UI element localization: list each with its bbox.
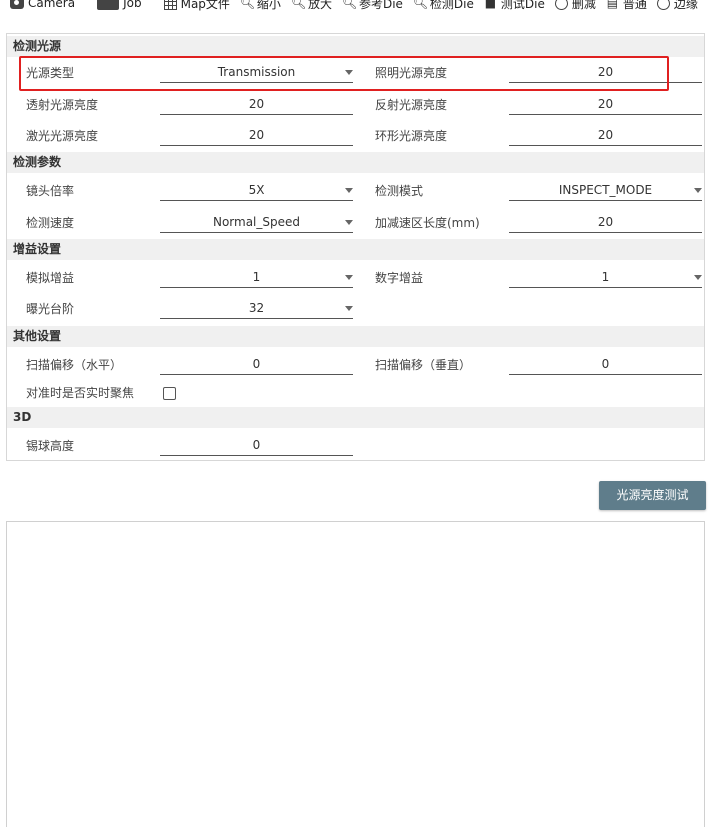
- map-file-button[interactable]: Map文件: [163, 0, 230, 12]
- ring-brightness-input[interactable]: 20: [509, 124, 702, 146]
- exposure-step-label: 曝光台阶: [26, 302, 75, 316]
- scan-offset-horizontal-label: 扫描偏移（水平）: [26, 358, 123, 372]
- reference-die-button[interactable]: 🔍︎ 参考Die: [342, 0, 403, 12]
- zoom-out-icon: 🔍︎: [239, 0, 256, 10]
- file-icon: ▤: [606, 0, 619, 10]
- inspect-speed-label: 检测速度: [26, 216, 75, 230]
- section-header-gain-settings: 增益设置: [7, 239, 704, 260]
- camera-icon: [10, 0, 24, 9]
- job-button[interactable]: Job: [97, 0, 142, 10]
- transmission-brightness-input[interactable]: 20: [160, 93, 353, 115]
- analog-gain-label: 模拟增益: [26, 271, 75, 285]
- inspect-mode-dropdown[interactable]: INSPECT_MODE: [509, 179, 702, 201]
- transmission-brightness-label: 透射光源亮度: [26, 98, 99, 112]
- inspect-speed-dropdown[interactable]: Normal_Speed: [160, 211, 353, 233]
- analog-gain-dropdown[interactable]: 1: [160, 266, 353, 288]
- accel-zone-length-label: 加减速区长度(mm): [375, 216, 480, 230]
- solder-ball-height-label: 锡球高度: [26, 439, 75, 453]
- minus-circle-icon: [554, 0, 568, 10]
- laser-brightness-label: 激光光源亮度: [26, 129, 99, 143]
- ring-brightness-label: 环形光源亮度: [375, 129, 448, 143]
- grid-icon: [163, 0, 177, 10]
- exposure-step-dropdown[interactable]: 32: [160, 297, 353, 319]
- solder-ball-height-input[interactable]: 0: [160, 434, 353, 456]
- zoom-out-button[interactable]: 🔍︎ 缩小: [240, 0, 281, 12]
- zoom-in-icon: 🔍︎: [290, 0, 307, 10]
- zoom-in-button[interactable]: 🔍︎ 放大: [291, 0, 332, 12]
- realtime-focus-checkbox[interactable]: [163, 387, 176, 400]
- bookmark-icon: ■: [484, 0, 497, 10]
- folder-icon: [97, 0, 120, 10]
- light-brightness-test-button[interactable]: 光源亮度测试: [599, 481, 706, 510]
- camera-button[interactable]: Camera: [10, 0, 75, 10]
- inspect-die-button[interactable]: 🔍︎ 检测Die: [413, 0, 474, 12]
- section-header-inspection-params: 检测参数: [7, 152, 704, 173]
- trim-button[interactable]: 删减: [554, 0, 596, 12]
- settings-panel: 检测光源 光源类型 Transmission 照明光源亮度 20 透射光源亮度 …: [6, 33, 705, 461]
- accel-zone-length-input[interactable]: 20: [509, 211, 702, 233]
- inspect-mode-label: 检测模式: [375, 184, 424, 198]
- scan-offset-vertical-label: 扫描偏移（垂直）: [375, 358, 472, 372]
- output-area: [6, 521, 705, 827]
- search-icon: 🔍︎: [341, 0, 358, 10]
- lens-magnification-label: 镜头倍率: [26, 184, 75, 198]
- section-header-3d: 3D: [7, 407, 704, 428]
- lens-magnification-dropdown[interactable]: 5X: [160, 179, 353, 201]
- realtime-focus-label: 对准时是否实时聚焦: [26, 386, 135, 400]
- toolbar: Camera Job Map文件 🔍︎ 缩小 🔍︎ 放大 🔍︎ 参考Die 🔍︎…: [0, 0, 709, 16]
- search-icon: 🔍︎: [412, 0, 429, 10]
- circle-icon: [656, 0, 670, 10]
- scan-offset-vertical-input[interactable]: 0: [509, 353, 702, 375]
- scan-offset-horizontal-input[interactable]: 0: [160, 353, 353, 375]
- reflection-brightness-input[interactable]: 20: [509, 93, 702, 115]
- section-header-other-settings: 其他设置: [7, 326, 704, 347]
- edge-button[interactable]: 边缘: [656, 0, 698, 12]
- highlight-box: [19, 56, 669, 91]
- section-header-light-source: 检测光源: [7, 36, 704, 57]
- digital-gain-label: 数字增益: [375, 271, 424, 285]
- test-die-button[interactable]: ■ 测试Die: [484, 0, 545, 12]
- normal-button[interactable]: ▤ 普通: [606, 0, 647, 12]
- laser-brightness-input[interactable]: 20: [160, 124, 353, 146]
- digital-gain-dropdown[interactable]: 1: [509, 266, 702, 288]
- reflection-brightness-label: 反射光源亮度: [375, 98, 448, 112]
